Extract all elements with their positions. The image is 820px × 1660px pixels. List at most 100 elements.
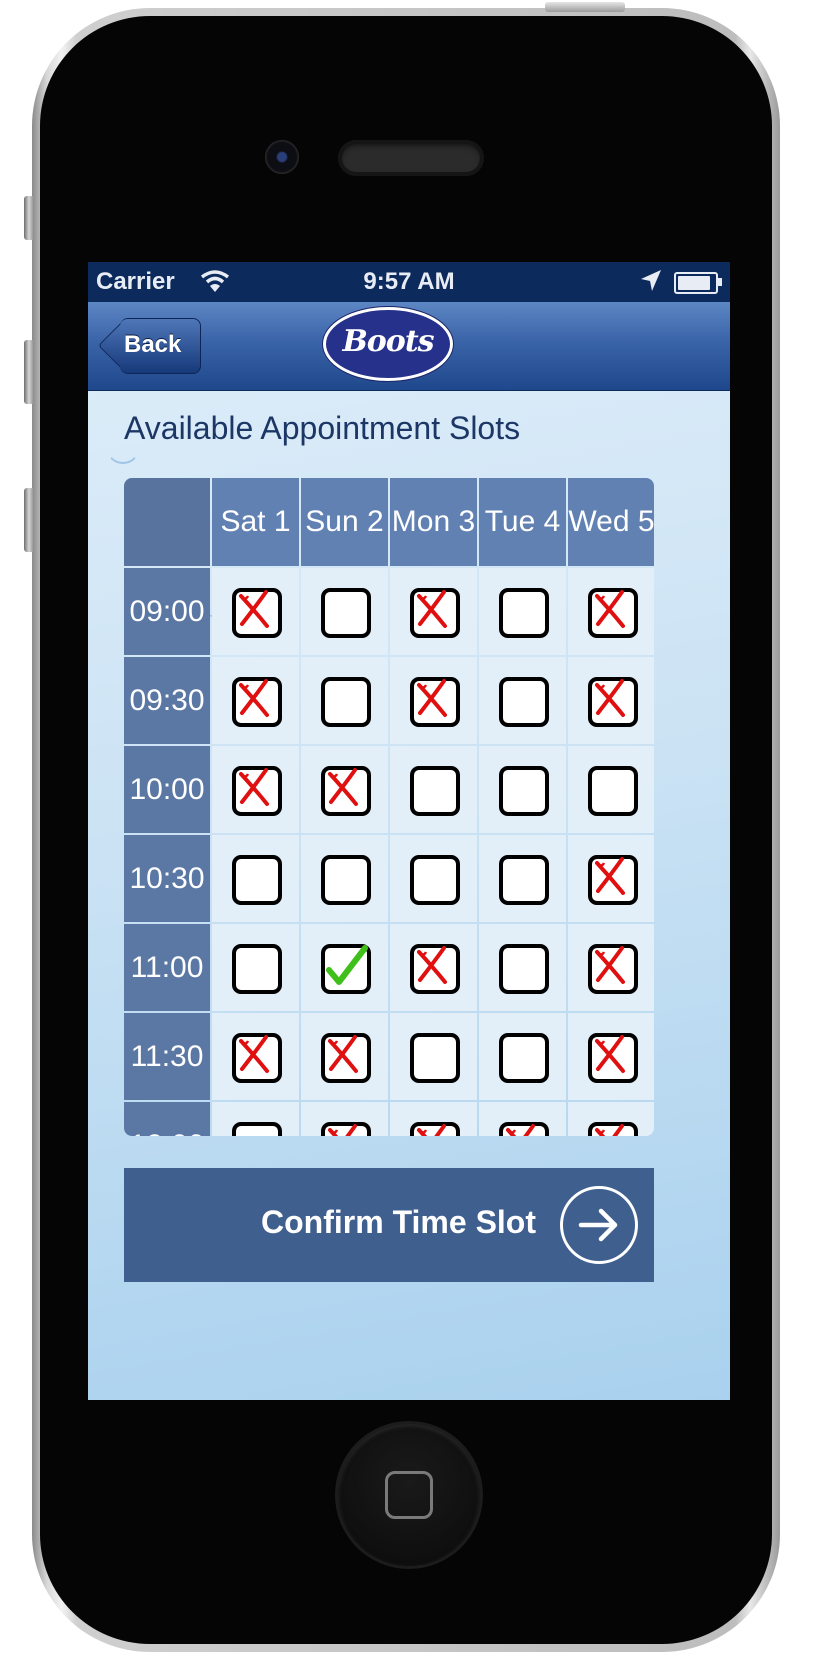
slot-cell	[301, 924, 388, 1011]
slot-cell	[212, 568, 299, 655]
status-time: 9:57 AM	[363, 268, 455, 295]
slot-cell	[568, 835, 654, 922]
cross-mark-icon	[506, 1124, 535, 1136]
slot-cell	[390, 924, 477, 1011]
slot-cell	[568, 568, 654, 655]
slot-cell	[568, 657, 654, 744]
cross-mark-icon	[239, 768, 269, 806]
battery-nub	[718, 278, 722, 286]
slot-checkbox-available[interactable]	[499, 766, 549, 816]
battery-icon	[674, 272, 718, 294]
slot-cell	[479, 835, 566, 922]
slot-checkbox-available[interactable]	[588, 766, 638, 816]
slot-checkbox-available[interactable]	[321, 588, 371, 638]
slot-cell	[212, 1102, 299, 1136]
confirm-button-label: Confirm Time Slot	[261, 1204, 536, 1240]
slot-cell	[390, 1013, 477, 1100]
slot-checkbox-unavailable	[232, 588, 282, 638]
slot-cell	[479, 1102, 566, 1136]
back-button[interactable]: Back	[97, 317, 202, 374]
slot-cell	[301, 746, 388, 833]
slot-checkbox-available[interactable]	[499, 944, 549, 994]
slot-checkbox-unavailable	[321, 1122, 371, 1136]
cross-mark-icon	[595, 946, 625, 984]
cross-mark-icon	[417, 946, 447, 984]
slot-checkbox-unavailable	[588, 944, 638, 994]
cross-mark-icon	[595, 679, 625, 717]
time-label: 11:30	[124, 1013, 210, 1100]
location-arrow-icon	[640, 269, 662, 300]
home-button[interactable]	[338, 1424, 480, 1566]
slot-checkbox-unavailable	[588, 588, 638, 638]
time-label: 10:00	[124, 746, 210, 833]
slot-checkbox-unavailable	[588, 1122, 638, 1136]
slot-checkbox-available[interactable]	[499, 1033, 549, 1083]
slot-checkbox-available[interactable]	[321, 855, 371, 905]
check-mark-icon	[326, 945, 368, 985]
arrow-right-circle-icon	[560, 1186, 638, 1264]
slot-checkbox-unavailable	[588, 855, 638, 905]
slot-checkbox-available[interactable]	[232, 1122, 282, 1136]
slot-checkbox-unavailable	[588, 677, 638, 727]
slot-checkbox-available[interactable]	[321, 677, 371, 727]
slot-checkbox-available[interactable]	[499, 855, 549, 905]
logo-text: Boots	[342, 324, 434, 359]
confirm-time-slot-button[interactable]: Confirm Time Slot	[124, 1168, 654, 1282]
page-title: Available Appointment Slots	[124, 410, 521, 446]
time-label: 12:00	[124, 1102, 210, 1136]
slot-cell	[568, 924, 654, 1011]
status-bar: Carrier 9:57 AM	[88, 262, 730, 302]
slot-checkbox-unavailable	[321, 766, 371, 816]
cross-mark-icon	[328, 768, 358, 806]
slot-checkbox-unavailable	[410, 944, 460, 994]
slot-checkbox-available[interactable]	[499, 677, 549, 727]
slot-checkbox-available[interactable]	[232, 855, 282, 905]
cross-mark-icon	[417, 1124, 446, 1136]
cross-mark-icon	[417, 679, 447, 717]
cross-mark-icon	[328, 1124, 357, 1136]
time-label: 09:00	[124, 568, 210, 655]
front-camera	[265, 140, 299, 174]
day-header: Sat 1	[212, 478, 299, 566]
slot-cell	[479, 568, 566, 655]
slot-checkbox-available[interactable]	[232, 944, 282, 994]
slot-cell	[568, 1102, 654, 1136]
slot-cell	[390, 657, 477, 744]
time-label: 10:30	[124, 835, 210, 922]
slot-cell	[301, 1102, 388, 1136]
navigation-bar: Back Boots	[88, 302, 730, 391]
earpiece-speaker	[338, 140, 484, 176]
home-square-icon	[385, 1471, 433, 1519]
cross-mark-icon	[239, 679, 269, 717]
slot-cell	[212, 746, 299, 833]
cross-mark-icon	[239, 590, 269, 628]
mute-switch	[24, 196, 34, 240]
slot-cell	[479, 924, 566, 1011]
slot-checkbox-selected[interactable]	[321, 944, 371, 994]
slot-checkbox-available[interactable]	[410, 1033, 460, 1083]
slot-cell	[568, 1013, 654, 1100]
slot-checkbox-available[interactable]	[499, 588, 549, 638]
slot-checkbox-unavailable	[499, 1122, 549, 1136]
cross-mark-icon	[595, 1035, 625, 1073]
slot-cell	[212, 924, 299, 1011]
slot-checkbox-unavailable	[232, 766, 282, 816]
slot-checkbox-unavailable	[232, 677, 282, 727]
slot-checkbox-unavailable	[410, 1122, 460, 1136]
power-button	[545, 2, 625, 12]
slot-checkbox-available[interactable]	[410, 855, 460, 905]
cross-mark-icon	[417, 590, 447, 628]
back-button-label: Back	[124, 331, 182, 358]
slot-checkbox-available[interactable]	[410, 766, 460, 816]
cross-mark-icon	[595, 857, 625, 895]
battery-level	[678, 276, 710, 290]
cross-mark-icon	[239, 1035, 269, 1073]
slot-cell	[390, 568, 477, 655]
boots-logo: Boots	[326, 310, 450, 378]
slot-cell	[479, 1013, 566, 1100]
day-header: Mon 3	[390, 478, 477, 566]
slot-cell	[390, 1102, 477, 1136]
app-screen: Carrier 9:57 AM Back Boots Available App…	[88, 262, 730, 1400]
time-label: 11:00	[124, 924, 210, 1011]
slot-cell	[212, 835, 299, 922]
